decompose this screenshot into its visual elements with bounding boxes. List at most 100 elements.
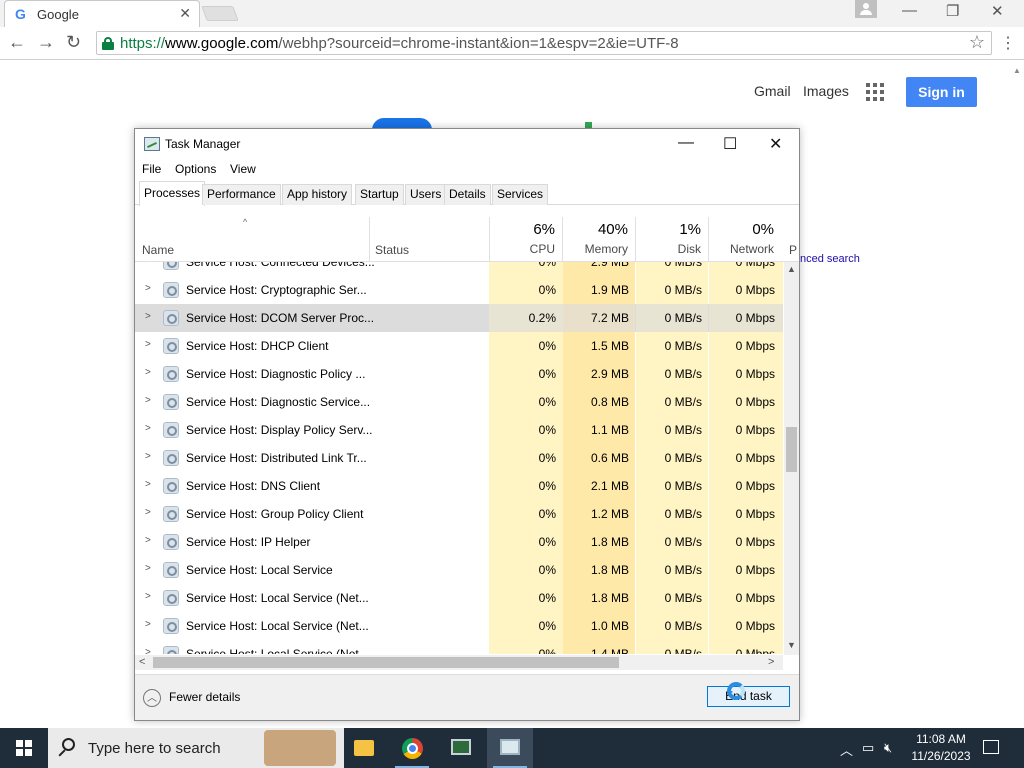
expand-chevron-icon[interactable]: >: [145, 311, 151, 322]
vertical-scroll-thumb[interactable]: [786, 427, 797, 472]
column-disk[interactable]: 1% Disk: [635, 217, 707, 262]
table-row[interactable]: > Service Host: Distributed Link Tr... 0% 0…: [135, 444, 783, 472]
tab-details[interactable]: Details: [444, 184, 491, 205]
maximize-icon[interactable]: ☐: [723, 134, 737, 154]
advanced-search-link[interactable]: nced search: [800, 253, 860, 265]
disk-total: 1%: [679, 221, 701, 238]
expand-chevron-icon[interactable]: >: [145, 283, 151, 294]
volume-muted-icon[interactable]: 🔇︎: [884, 740, 892, 756]
browser-tab-google[interactable]: G Google ✕: [4, 0, 200, 27]
sign-in-button[interactable]: Sign in: [906, 77, 977, 107]
forward-icon[interactable]: →: [37, 32, 55, 53]
images-link[interactable]: Images: [803, 83, 849, 99]
close-icon[interactable]: ✕: [769, 134, 782, 154]
process-disk: 0 MB/s: [664, 367, 702, 381]
profile-icon[interactable]: [855, 0, 877, 18]
chevron-up-icon[interactable]: ︿: [840, 740, 853, 759]
column-network[interactable]: 0% Network: [708, 217, 780, 262]
expand-chevron-icon[interactable]: >: [145, 619, 151, 630]
new-tab-button[interactable]: [201, 6, 239, 21]
table-row[interactable]: > Service Host: Local Service (Net... 0% 1.…: [135, 640, 783, 654]
expand-chevron-icon[interactable]: >: [145, 591, 151, 602]
tab-users[interactable]: Users: [405, 184, 447, 205]
table-row[interactable]: > Service Host: IP Helper 0% 1.8 MB 0 MB/s 0 …: [135, 528, 783, 556]
taskbar-clock[interactable]: 11:08 AM 11/26/2023: [906, 731, 976, 765]
task-manager-titlebar[interactable]: Task Manager — ☐ ✕: [135, 129, 799, 159]
process-disk: 0 MB/s: [664, 507, 702, 521]
scroll-up-icon[interactable]: ▲: [787, 264, 796, 274]
file-explorer-taskbar-button[interactable]: [340, 728, 386, 768]
horizontal-scrollbar[interactable]: < >: [135, 655, 783, 670]
menu-view[interactable]: View: [230, 162, 256, 176]
scroll-left-icon[interactable]: <: [139, 656, 145, 668]
network-label: Network: [729, 242, 774, 256]
bookmark-star-icon[interactable]: ☆: [969, 32, 985, 53]
table-row[interactable]: > Service Host: DCOM Server Proc... 0.2% 7.…: [135, 304, 783, 332]
table-row[interactable]: > Service Host: Diagnostic Service... 0% 0.…: [135, 388, 783, 416]
restore-icon[interactable]: ❐: [946, 2, 959, 20]
tab-processes[interactable]: Processes: [139, 181, 206, 206]
expand-chevron-icon[interactable]: >: [145, 367, 151, 378]
column-name[interactable]: Name: [142, 243, 174, 257]
task-manager-taskbar-button[interactable]: [487, 728, 533, 768]
windows-start-icon[interactable]: [16, 740, 32, 756]
table-row[interactable]: > Service Host: Connected Devices... 0% 2.9…: [135, 262, 783, 276]
expand-chevron-icon[interactable]: >: [145, 395, 151, 406]
tab-close-icon[interactable]: ✕: [179, 5, 191, 22]
horizontal-scroll-thumb[interactable]: [153, 657, 619, 668]
process-memory: 1.4 MB: [590, 647, 629, 654]
chevron-up-icon[interactable]: ︿: [143, 689, 161, 707]
scroll-down-icon[interactable]: ▼: [787, 640, 796, 650]
tab-startup[interactable]: Startup: [355, 184, 404, 205]
minimize-icon[interactable]: —: [678, 134, 694, 152]
expand-chevron-icon[interactable]: >: [145, 507, 151, 518]
menu-file[interactable]: File: [142, 162, 161, 176]
table-row[interactable]: > Service Host: DHCP Client 0% 1.5 MB 0 MB/s…: [135, 332, 783, 360]
table-row[interactable]: > Service Host: Diagnostic Policy ... 0% 2.…: [135, 360, 783, 388]
end-task-button[interactable]: End task: [707, 686, 790, 707]
column-memory[interactable]: 40% Memory: [562, 217, 634, 262]
network-icon[interactable]: ▭: [862, 740, 874, 756]
column-power[interactable]: P: [789, 243, 797, 257]
reload-icon[interactable]: ↻: [66, 32, 81, 53]
back-icon[interactable]: ←: [8, 32, 26, 53]
table-row[interactable]: > Service Host: DNS Client 0% 2.1 MB 0 MB/s 0…: [135, 472, 783, 500]
expand-chevron-icon[interactable]: >: [145, 535, 151, 546]
expand-chevron-icon[interactable]: >: [145, 451, 151, 462]
table-row[interactable]: > Service Host: Display Policy Serv... 0% 1…: [135, 416, 783, 444]
fewer-details-button[interactable]: Fewer details: [169, 690, 240, 704]
tab-app-history[interactable]: App history: [282, 184, 353, 205]
chrome-menu-icon[interactable]: ⋮: [1000, 33, 1016, 53]
table-row[interactable]: > Service Host: Cryptographic Ser... 0% 1.9…: [135, 276, 783, 304]
column-cpu[interactable]: 6% CPU: [489, 217, 561, 262]
table-row[interactable]: > Service Host: Group Policy Client 0% 1.2 …: [135, 500, 783, 528]
table-row[interactable]: > Service Host: Local Service 0% 1.8 MB 0 MB…: [135, 556, 783, 584]
expand-chevron-icon[interactable]: >: [145, 339, 151, 350]
table-row[interactable]: > Service Host: Local Service (Net... 0% 1.…: [135, 612, 783, 640]
expand-chevron-icon[interactable]: >: [145, 479, 151, 490]
expand-chevron-icon[interactable]: >: [145, 647, 151, 654]
scroll-up-icon[interactable]: ▲: [1013, 66, 1021, 75]
scroll-right-icon[interactable]: >: [768, 656, 774, 668]
menu-options[interactable]: Options: [175, 162, 216, 176]
address-bar[interactable]: https://www.google.com/webhp?sourceid=ch…: [96, 31, 992, 55]
close-window-icon[interactable]: ✕: [991, 2, 1004, 20]
remote-desktop-taskbar-button[interactable]: [438, 728, 484, 768]
vertical-scrollbar[interactable]: ▲ ▼: [784, 262, 799, 655]
url-text[interactable]: https://www.google.com/webhp?sourceid=ch…: [120, 35, 679, 52]
taskbar-search-box[interactable]: Type here to search: [48, 728, 344, 768]
page-scrollbar[interactable]: ▲ ▼: [1010, 60, 1024, 728]
expand-chevron-icon[interactable]: >: [145, 262, 151, 266]
tab-performance[interactable]: Performance: [202, 184, 281, 205]
column-status[interactable]: Status: [375, 243, 409, 257]
process-name: Service Host: DCOM Server Proc...: [186, 311, 375, 325]
table-row[interactable]: > Service Host: Local Service (Net... 0% 1.…: [135, 584, 783, 612]
expand-chevron-icon[interactable]: >: [145, 563, 151, 574]
minimize-icon[interactable]: —: [902, 2, 917, 19]
tab-services[interactable]: Services: [492, 184, 549, 205]
chrome-taskbar-button[interactable]: [389, 728, 435, 768]
notification-center-icon[interactable]: [983, 740, 999, 754]
expand-chevron-icon[interactable]: >: [145, 423, 151, 434]
apps-grid-icon[interactable]: [866, 83, 884, 101]
gmail-link[interactable]: Gmail: [754, 83, 791, 99]
